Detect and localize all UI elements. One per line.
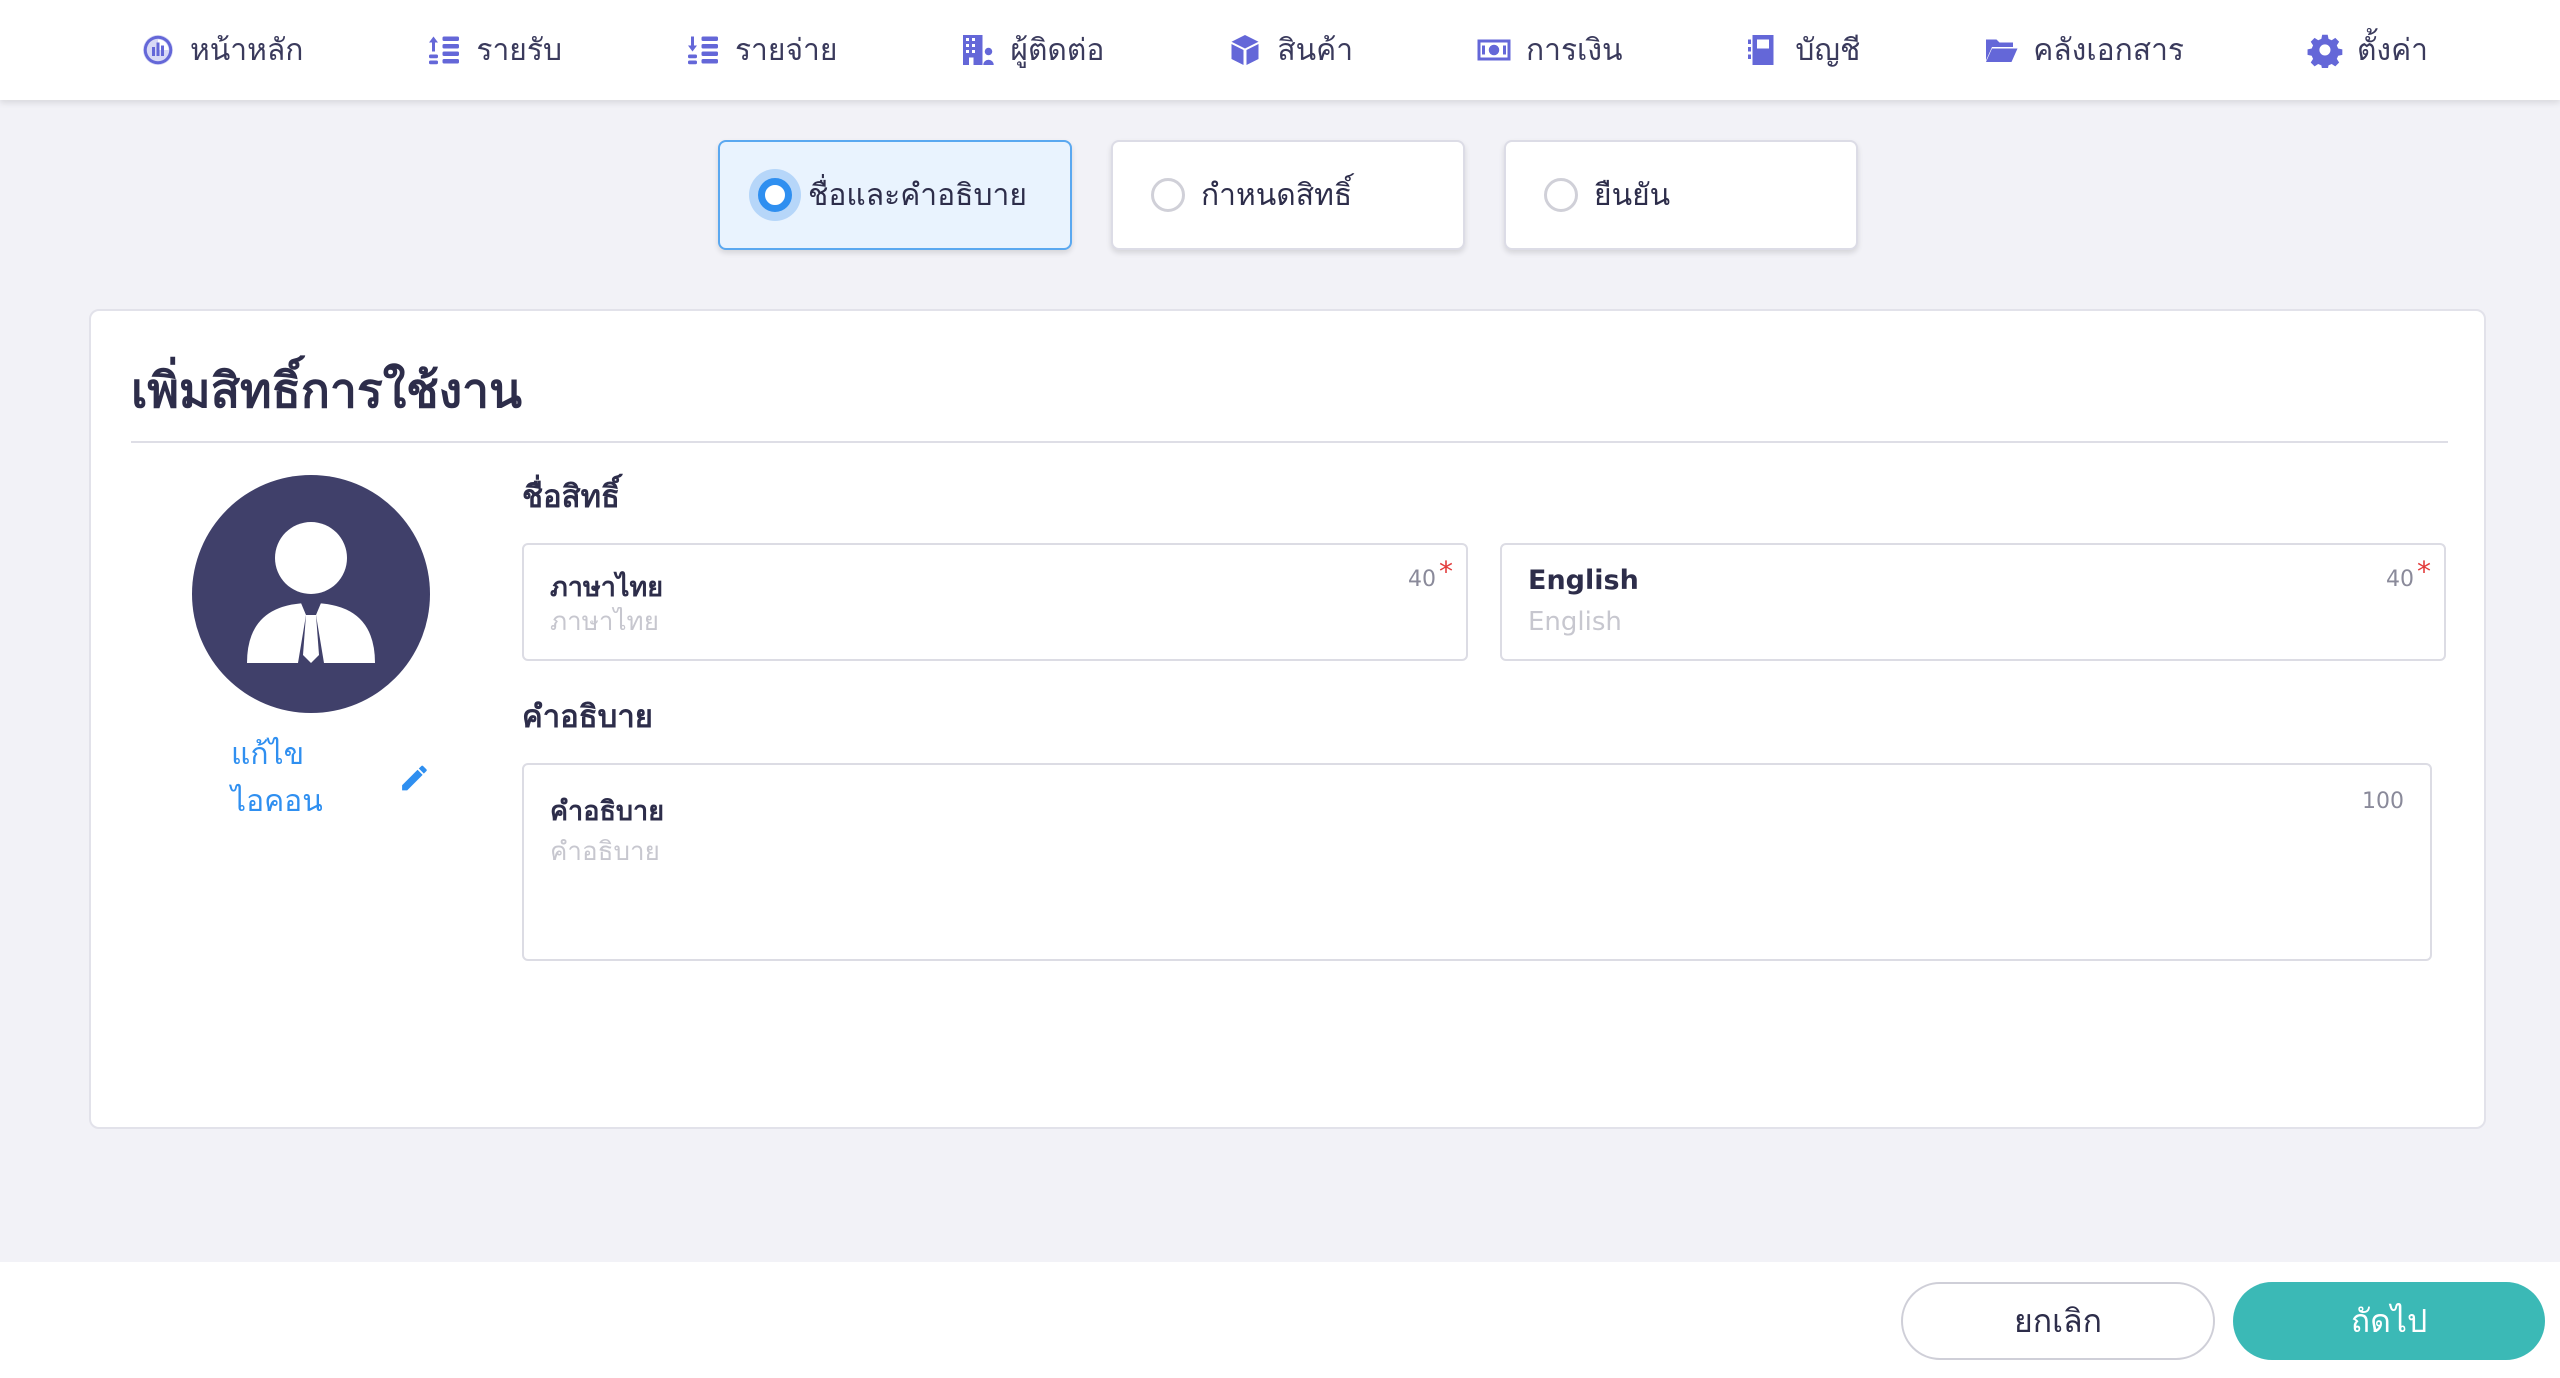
description-label: คำอธิบาย (550, 796, 665, 827)
chart-pie-icon (143, 35, 173, 65)
description-max-count: 100 (2362, 789, 2404, 814)
next-button[interactable]: ถัดไป (2233, 1282, 2545, 1360)
required-marker: * (2417, 555, 2431, 588)
nav-item-label: บัญชี (1795, 32, 1861, 68)
step-radio-active (758, 178, 792, 212)
english-name-max-count: 40 (2386, 567, 2414, 592)
nav-item-finance[interactable]: การเงิน (1476, 27, 1623, 74)
nav-item-label: การเงิน (1525, 32, 1623, 68)
page-title: เพิ่มสิทธิ์การใช้งาน (131, 363, 522, 419)
nav-item-contacts[interactable]: ผู้ติดต่อ (960, 27, 1104, 74)
income-list-icon (429, 36, 460, 65)
step-permissions[interactable]: กำหนดสิทธิ์ (1111, 140, 1465, 250)
step-radio (1544, 178, 1578, 212)
thai-name-input[interactable] (550, 607, 1304, 637)
cancel-button[interactable]: ยกเลิก (1901, 1282, 2215, 1360)
step-label: ยืนยัน (1594, 177, 1671, 213)
nav-item-settings[interactable]: ตั้งค่า (2307, 27, 2428, 74)
description-textarea[interactable] (550, 831, 2075, 921)
nav-item-label: หน้าหลัก (190, 32, 304, 68)
edit-icon-link[interactable]: แก้ไขไอคอน (231, 731, 431, 825)
money-icon (1477, 39, 1511, 61)
nav-item-documents[interactable]: คลังเอกสาร (1983, 27, 2184, 74)
nav-item-label: ผู้ติดต่อ (1010, 32, 1105, 68)
gear-icon (2307, 34, 2343, 68)
english-name-field: English 40 * (1500, 543, 2446, 661)
nav-item-label: ตั้งค่า (2356, 32, 2428, 68)
footer-bar: ยกเลิก ถัดไป (0, 1262, 2560, 1378)
nav-item-label: รายจ่าย (734, 32, 838, 68)
nav-item-label: คลังเอกสาร (2033, 32, 2185, 68)
top-navigation: หน้าหลัก รายรับ รายจ่าย ผู้ติดต่อ สินค้า… (0, 0, 2560, 100)
nav-item-expense[interactable]: รายจ่าย (685, 27, 838, 74)
pencil-icon (402, 765, 427, 791)
avatar (192, 475, 430, 713)
book-icon (1748, 35, 1774, 65)
required-marker: * (1439, 555, 1453, 588)
thai-name-field: ภาษาไทย 40 * (522, 543, 1468, 661)
permission-form-card: เพิ่มสิทธิ์การใช้งาน แก้ไขไอคอน ชื่อสิทธ… (89, 309, 2486, 1129)
building-contacts-icon (963, 35, 995, 65)
name-section-label: ชื่อสิทธิ์ (522, 479, 620, 515)
english-name-input[interactable] (1528, 607, 2282, 637)
box-icon (1231, 35, 1259, 65)
folder-open-icon (1986, 39, 2018, 62)
thai-name-max-count: 40 (1408, 567, 1436, 592)
step-confirm[interactable]: ยืนยัน (1504, 140, 1858, 250)
english-name-label: English (1528, 565, 1639, 596)
step-name-description[interactable]: ชื่อและคำอธิบาย (718, 140, 1072, 250)
step-label: ชื่อและคำอธิบาย (808, 177, 1027, 213)
nav-item-label: รายรับ (476, 32, 563, 68)
description-section-label: คำอธิบาย (522, 699, 653, 735)
edit-icon-label: แก้ไขไอคอน (231, 737, 323, 819)
nav-item-accounting[interactable]: บัญชี (1745, 27, 1860, 74)
step-label: กำหนดสิทธิ์ (1201, 177, 1353, 213)
expense-list-icon (687, 36, 718, 65)
title-divider (131, 441, 2448, 443)
nav-item-home[interactable]: หน้าหลัก (140, 27, 303, 74)
nav-item-income[interactable]: รายรับ (426, 27, 562, 74)
step-radio (1151, 178, 1185, 212)
user-tie-icon (247, 522, 375, 663)
nav-item-label: สินค้า (1277, 32, 1354, 68)
description-field: คำอธิบาย 100 (522, 763, 2432, 961)
thai-name-label: ภาษาไทย (550, 572, 664, 603)
nav-item-products[interactable]: สินค้า (1227, 27, 1353, 74)
